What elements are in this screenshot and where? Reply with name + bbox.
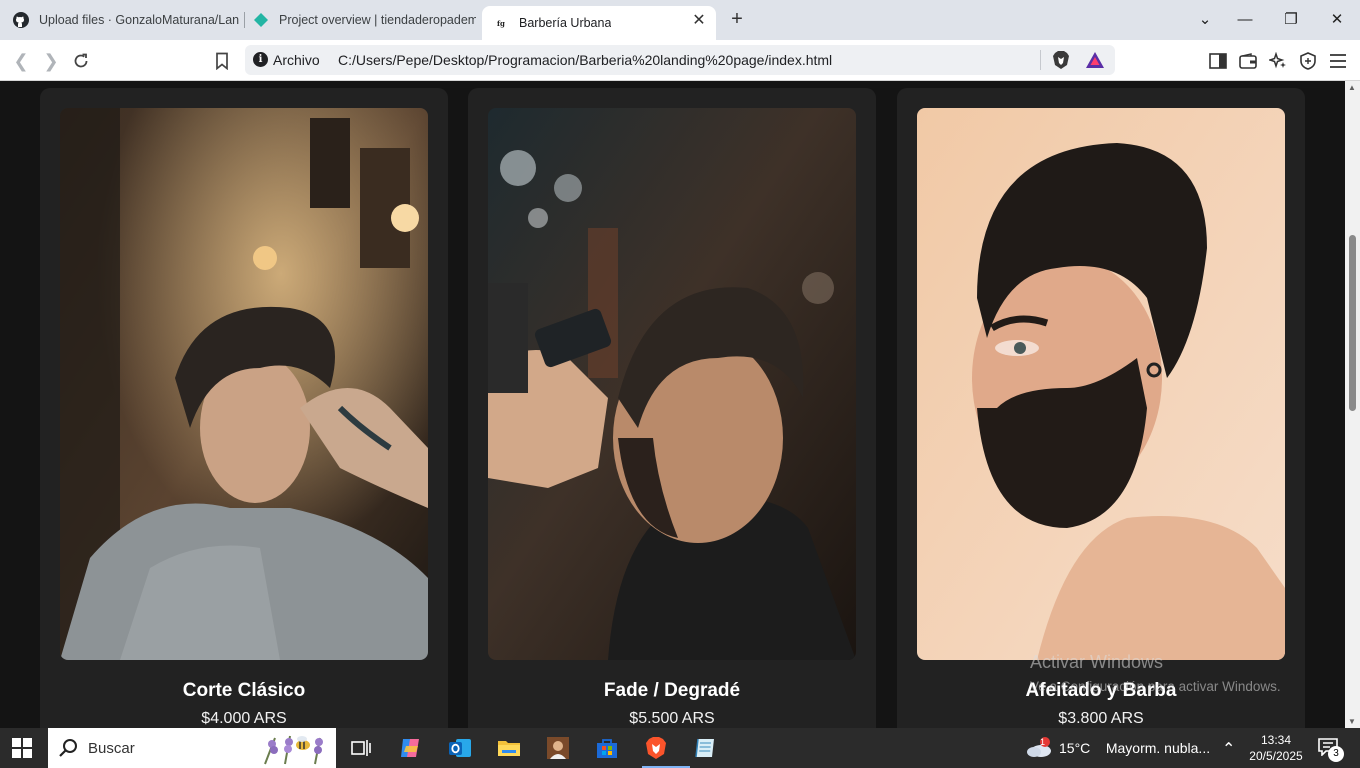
back-arrow-icon[interactable]: ❮: [10, 50, 32, 72]
new-tab-button[interactable]: +: [726, 8, 748, 30]
service-title: Afeitado y Barba: [1025, 680, 1177, 701]
lavender-bee-icon: [260, 730, 330, 768]
photo-app-icon[interactable]: [544, 734, 572, 762]
tab-label: Barbería Urbana: [519, 16, 612, 30]
service-card-afeitado-barba: Afeitado y Barba $3.800 ARS: [897, 88, 1305, 728]
windows-taskbar: Buscar 1 15°C Mayorm. nubla... ⌃ 13:34 2…: [0, 728, 1360, 768]
menu-icon[interactable]: [1327, 50, 1349, 72]
diamond-icon: [252, 11, 270, 29]
page-scrollbar[interactable]: ▲ ▼: [1345, 81, 1360, 728]
brave-browser-icon[interactable]: [642, 734, 690, 768]
task-view-icon[interactable]: [347, 734, 375, 762]
service-title: Fade / Degradé: [603, 680, 741, 701]
brave-shields-icon[interactable]: [1050, 49, 1072, 71]
file-scheme-label: Archivo: [273, 52, 320, 68]
windows-start-icon[interactable]: [12, 738, 32, 758]
taskbar-search-box[interactable]: Buscar: [48, 728, 336, 768]
browser-toolbar: ❮ ❯ i Archivo C:/Users/Pepe/Desktop/Prog…: [0, 40, 1360, 81]
weather-widget[interactable]: 15°C Mayorm. nubla...: [1059, 740, 1210, 756]
taskbar-clock[interactable]: 13:34 20/5/2025: [1248, 732, 1304, 764]
tab-upload-files[interactable]: Upload files · GonzaloMaturana/Lan: [12, 6, 240, 34]
scroll-down-icon[interactable]: ▼: [1348, 717, 1356, 726]
file-explorer-icon[interactable]: [495, 734, 523, 762]
tab-label: Upload files · GonzaloMaturana/Lan: [39, 13, 240, 27]
site-info-icon[interactable]: i: [253, 52, 268, 67]
vpn-shield-icon[interactable]: [1297, 50, 1319, 72]
notification-center-icon[interactable]: 3: [1318, 738, 1344, 762]
scroll-up-icon[interactable]: ▲: [1348, 83, 1356, 92]
tab-barberia-urbana[interactable]: fg Barbería Urbana ✕: [482, 6, 716, 40]
weather-cloud-icon[interactable]: [1025, 736, 1053, 760]
url-text[interactable]: C:/Users/Pepe/Desktop/Programacion/Barbe…: [338, 52, 832, 68]
classic-cut-photo: [60, 108, 428, 660]
reload-icon[interactable]: [70, 50, 92, 72]
show-hidden-icons-chevron-icon[interactable]: ⌃: [1222, 739, 1235, 768]
service-price: $5.500 ARS: [629, 710, 715, 727]
wallet-icon[interactable]: [1237, 50, 1259, 72]
address-bar-divider: [1040, 50, 1041, 70]
search-icon: [58, 738, 78, 763]
service-price: $3.800 ARS: [1058, 710, 1144, 727]
clock-time: 13:34: [1260, 733, 1292, 747]
tab-search-chevron-icon[interactable]: ⌄: [1193, 8, 1217, 32]
tab-label: Project overview | tiendaderopadem: [279, 13, 476, 27]
tab-divider: [244, 12, 245, 28]
restore-button[interactable]: ❐: [1279, 8, 1303, 32]
weather-description: Mayorm. nubla...: [1105, 740, 1211, 756]
scrollbar-thumb[interactable]: [1349, 235, 1356, 411]
page-content: Corte Clásico $4.000 ARS Fade / Degradé …: [0, 81, 1345, 728]
close-window-button[interactable]: ✕: [1325, 8, 1349, 32]
copilot-icon[interactable]: [397, 734, 425, 762]
weather-temperature: 15°C: [1059, 740, 1091, 756]
notification-count-badge: 3: [1328, 746, 1344, 762]
brave-rewards-icon[interactable]: [1084, 49, 1106, 71]
address-bar[interactable]: i Archivo C:/Users/Pepe/Desktop/Programa…: [245, 45, 1115, 75]
service-card-fade: Fade / Degradé $5.500 ARS: [468, 88, 876, 728]
bookmark-icon[interactable]: [211, 50, 233, 72]
weather-alert-badge: 1: [1040, 737, 1046, 747]
notepad-icon[interactable]: [691, 734, 719, 762]
microsoft-store-icon[interactable]: [593, 734, 621, 762]
tab-project-overview[interactable]: Project overview | tiendaderopadem: [252, 6, 476, 34]
clock-date: 20/5/2025: [1249, 749, 1303, 763]
outlook-icon[interactable]: [446, 734, 474, 762]
sidebar-toggle-icon[interactable]: [1207, 50, 1229, 72]
browser-tab-strip: Upload files · GonzaloMaturana/Lan Proje…: [0, 0, 1360, 40]
service-price: $4.000 ARS: [201, 710, 287, 727]
service-card-corte-clasico: Corte Clásico $4.000 ARS: [40, 88, 448, 728]
search-placeholder: Buscar: [88, 740, 135, 757]
github-icon: [12, 11, 30, 29]
beard-photo: [917, 108, 1285, 660]
close-tab-icon[interactable]: ✕: [690, 12, 708, 30]
leo-ai-icon[interactable]: [1267, 50, 1289, 72]
site-logo-icon: fg: [497, 18, 505, 28]
fade-photo: [488, 108, 856, 660]
minimize-button[interactable]: —: [1233, 8, 1257, 32]
service-title: Corte Clásico: [182, 680, 306, 701]
forward-arrow-icon[interactable]: ❯: [40, 50, 62, 72]
